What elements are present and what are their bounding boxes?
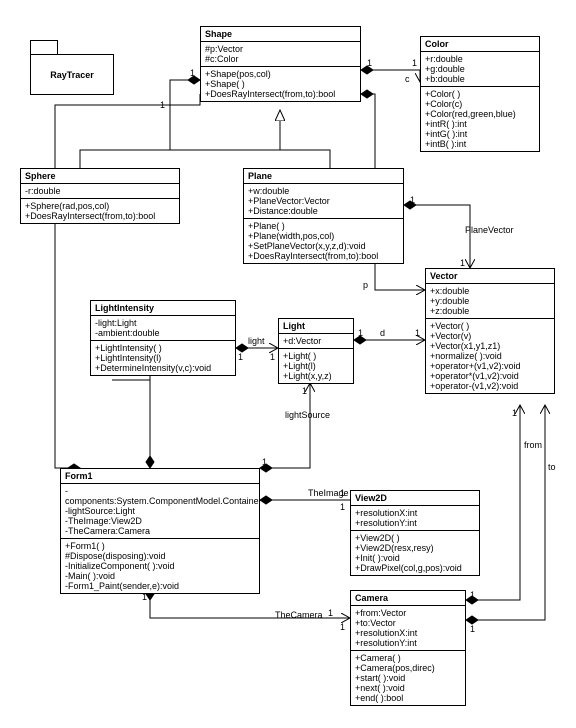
mult-one: 1 xyxy=(470,624,475,634)
class-title: Shape xyxy=(201,27,360,42)
class-vector: Vector +x:double +y:double +z:double +Ve… xyxy=(425,268,555,394)
mult-one: 1 xyxy=(412,58,417,68)
class-form1: Form1 -components:System.ComponentModel.… xyxy=(60,468,260,594)
mult-one: 1 xyxy=(460,258,465,268)
mult-one: 1 xyxy=(160,100,165,110)
mult-one: 1 xyxy=(142,592,147,602)
class-shape: Shape #p:Vector #c:Color +Shape(pos,col)… xyxy=(200,26,361,102)
mult-one: 1 xyxy=(415,328,420,338)
mult-one: 1 xyxy=(262,457,267,467)
class-camera: Camera +from:Vector +to:Vector +resoluti… xyxy=(350,590,466,706)
class-ops: +Shape(pos,col) +Shape( ) +DoesRayInters… xyxy=(201,67,360,101)
mult-one: 1 xyxy=(367,58,372,68)
mult-one: 1 xyxy=(512,408,517,418)
class-plane: Plane +w:double +PlaneVector:Vector +Dis… xyxy=(243,168,404,264)
mult-one: 1 xyxy=(270,352,275,362)
package-label: RayTracer xyxy=(50,70,94,80)
mult-one: 1 xyxy=(340,488,345,498)
mult-one: 1 xyxy=(410,195,415,205)
edge-label-c: c xyxy=(405,74,410,84)
mult-one: 1 xyxy=(190,68,195,78)
edge-label-lightsource: lightSource xyxy=(285,410,330,420)
mult-one: 1 xyxy=(302,386,307,396)
package-raytracer: RayTracer xyxy=(30,40,114,95)
edge-label-d: d xyxy=(380,328,385,338)
mult-one: 1 xyxy=(340,622,345,632)
class-view2d: View2D +resolutionX:int +resolutionY:int… xyxy=(350,490,480,576)
class-attrs: #p:Vector #c:Color xyxy=(201,42,360,67)
class-lightintensity: LightIntensity -light:Light -ambient:dou… xyxy=(90,300,236,376)
edge-label-to: to xyxy=(548,462,556,472)
class-sphere: Sphere -r:double +Sphere(rad,pos,col) +D… xyxy=(20,168,180,224)
mult-one: 1 xyxy=(340,502,345,512)
edge-label-planevector: PlaneVector xyxy=(465,225,514,235)
edge-label-from: from xyxy=(524,440,542,450)
edge-label-p: p xyxy=(363,280,368,290)
class-light: Light +d:Vector +Light( ) +Light(l) +Lig… xyxy=(278,318,354,384)
class-color: Color +r:double +g:double +b:double +Col… xyxy=(420,36,540,152)
edge-label-light: light xyxy=(248,336,265,346)
mult-one: 1 xyxy=(358,328,363,338)
edge-label-thecamera: TheCamera xyxy=(275,610,323,620)
mult-one: 1 xyxy=(238,352,243,362)
mult-one: 1 xyxy=(328,608,333,618)
mult-one: 1 xyxy=(470,590,475,600)
